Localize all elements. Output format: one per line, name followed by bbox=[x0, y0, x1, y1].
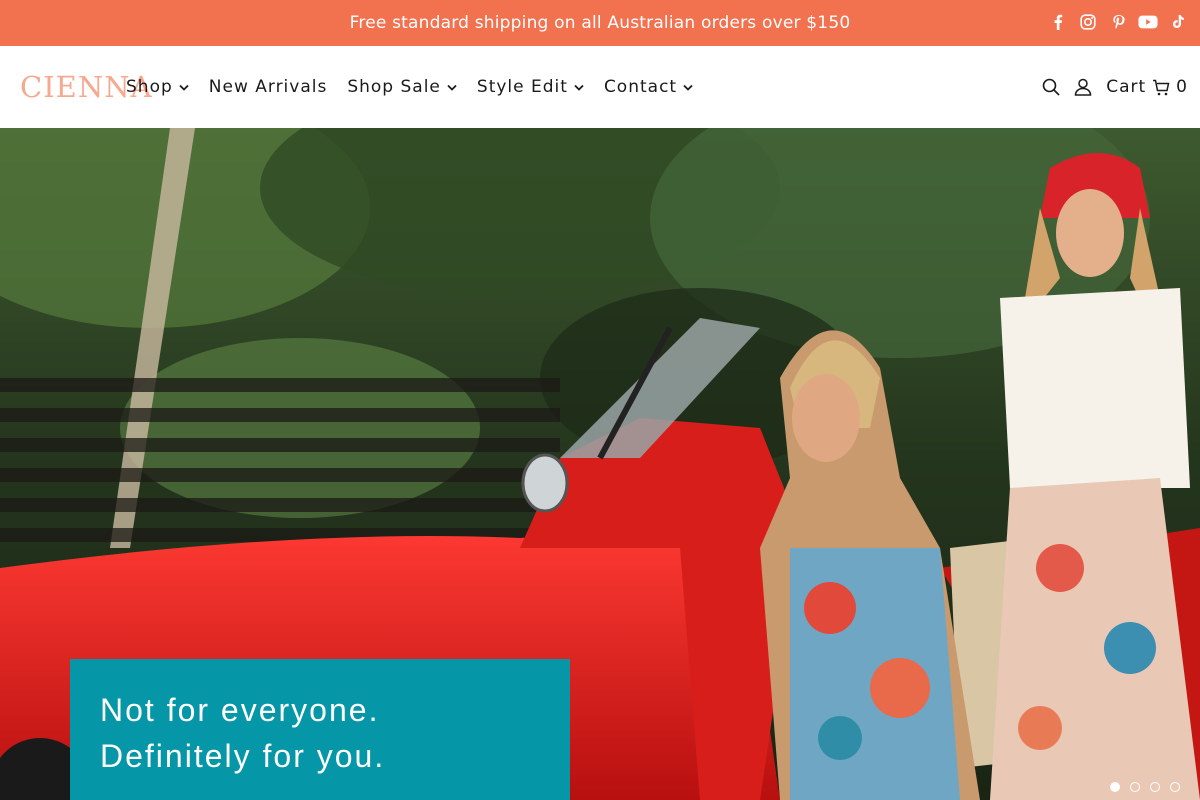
slide-dot[interactable] bbox=[1110, 782, 1120, 792]
nav-item-style-edit[interactable]: Style Edit bbox=[477, 77, 584, 97]
facebook-icon[interactable] bbox=[1048, 12, 1068, 32]
nav-label: Shop Sale bbox=[347, 77, 441, 97]
nav-item-contact[interactable]: Contact bbox=[604, 77, 693, 97]
slide-dot[interactable] bbox=[1150, 782, 1160, 792]
header-tools: Cart 0 bbox=[1042, 46, 1188, 128]
cart-button[interactable]: Cart 0 bbox=[1106, 77, 1188, 97]
main-nav: Shop New Arrivals Shop Sale Style Edit C… bbox=[126, 46, 713, 128]
youtube-icon[interactable] bbox=[1138, 12, 1158, 32]
nav-label: Style Edit bbox=[476, 77, 568, 97]
announcement-bar: Free standard shipping on all Australian… bbox=[0, 0, 1200, 46]
nav-label: Shop bbox=[126, 77, 173, 97]
tiktok-icon[interactable] bbox=[1168, 12, 1188, 32]
chevron-down-icon bbox=[683, 84, 693, 91]
instagram-icon[interactable] bbox=[1078, 12, 1098, 32]
announcement-text: Free standard shipping on all Australian… bbox=[349, 13, 851, 33]
search-icon[interactable] bbox=[1042, 78, 1060, 96]
chevron-down-icon bbox=[179, 84, 189, 91]
nav-item-shop-sale[interactable]: Shop Sale bbox=[347, 77, 457, 97]
promo-line-1: Not for everyone. bbox=[100, 692, 380, 728]
chevron-down-icon bbox=[447, 84, 457, 91]
nav-item-shop[interactable]: Shop bbox=[126, 77, 189, 97]
hero-promo-box: Not for everyone. Definitely for you. bbox=[70, 659, 570, 800]
slide-dot[interactable] bbox=[1130, 782, 1140, 792]
nav-label: Contact bbox=[603, 77, 678, 97]
user-icon[interactable] bbox=[1074, 78, 1092, 96]
promo-line-2: Definitely for you. bbox=[100, 738, 386, 774]
slide-dots bbox=[1110, 782, 1180, 792]
pinterest-icon[interactable] bbox=[1108, 12, 1128, 32]
chevron-down-icon bbox=[574, 84, 584, 91]
nav-label: New Arrivals bbox=[208, 77, 328, 97]
slide-dot[interactable] bbox=[1170, 782, 1180, 792]
social-links bbox=[1048, 12, 1188, 32]
cart-icon bbox=[1152, 79, 1170, 96]
nav-item-new-arrivals[interactable]: New Arrivals bbox=[209, 77, 328, 97]
cart-label: Cart bbox=[1106, 77, 1147, 97]
site-header: CIENNA Shop New Arrivals Shop Sale Style… bbox=[0, 46, 1200, 128]
hero-slideshow[interactable]: Not for everyone. Definitely for you. bbox=[0, 128, 1200, 800]
cart-count: 0 bbox=[1176, 77, 1188, 97]
